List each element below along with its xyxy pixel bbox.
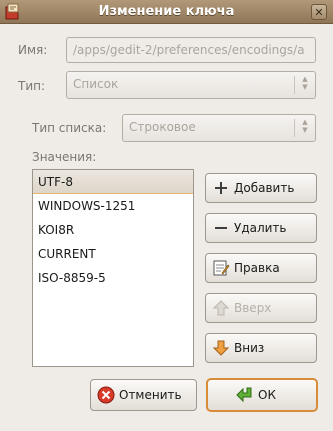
list-item[interactable]: UTF-8 (33, 170, 193, 194)
list-type-value: Строковое (129, 120, 196, 134)
remove-icon (215, 227, 227, 229)
values-label: Значения: (32, 150, 97, 164)
combo-separator (294, 119, 295, 137)
move-up-label: Вверх (234, 301, 272, 315)
edit-icon (213, 260, 230, 276)
type-combo[interactable]: Список ▲ ▼ (66, 71, 316, 99)
list-item[interactable]: WINDOWS-1251 (33, 194, 193, 218)
name-field[interactable]: /apps/gedit-2/preferences/encodings/a (66, 37, 316, 63)
type-label: Тип: (18, 79, 46, 93)
cancel-label: Отменить (119, 388, 182, 402)
edit-button[interactable]: Правка (205, 253, 317, 283)
values-list[interactable]: UTF-8 WINDOWS-1251 KOI8R CURRENT ISO-885… (32, 169, 194, 367)
move-down-button[interactable]: Вниз (205, 333, 317, 363)
app-icon[interactable] (4, 3, 22, 21)
list-item[interactable]: KOI8R (33, 218, 193, 242)
close-icon[interactable]: ✕ (311, 4, 327, 20)
list-item[interactable]: ISO-8859-5 (33, 266, 193, 290)
add-icon (215, 182, 227, 194)
remove-button[interactable]: Удалить (205, 213, 317, 243)
ok-icon (236, 387, 252, 403)
add-button[interactable]: Добавить (205, 173, 317, 203)
arrow-up-icon (212, 300, 230, 316)
cancel-icon (97, 386, 115, 404)
add-label: Добавить (234, 181, 295, 195)
window-title: Изменение ключа (98, 4, 235, 19)
name-label: Имя: (18, 43, 48, 57)
list-item[interactable]: CURRENT (33, 242, 193, 266)
ok-button[interactable]: ОК (206, 378, 318, 412)
combo-separator (294, 76, 295, 94)
move-up-button[interactable]: Вверх (205, 293, 317, 323)
ok-label: ОК (258, 388, 276, 402)
type-value: Список (73, 77, 119, 91)
list-type-combo[interactable]: Строковое ▲ ▼ (122, 114, 316, 142)
remove-label: Удалить (234, 221, 287, 235)
combo-arrows-icon: ▲ ▼ (302, 118, 308, 134)
cancel-button[interactable]: Отменить (90, 379, 197, 411)
combo-arrows-icon: ▲ ▼ (302, 75, 308, 91)
arrow-down-icon (212, 340, 230, 356)
title-bar[interactable]: Изменение ключа ✕ (0, 0, 333, 24)
edit-label: Правка (234, 261, 280, 275)
move-down-label: Вниз (234, 341, 265, 355)
list-type-label: Тип списка: (32, 121, 107, 135)
